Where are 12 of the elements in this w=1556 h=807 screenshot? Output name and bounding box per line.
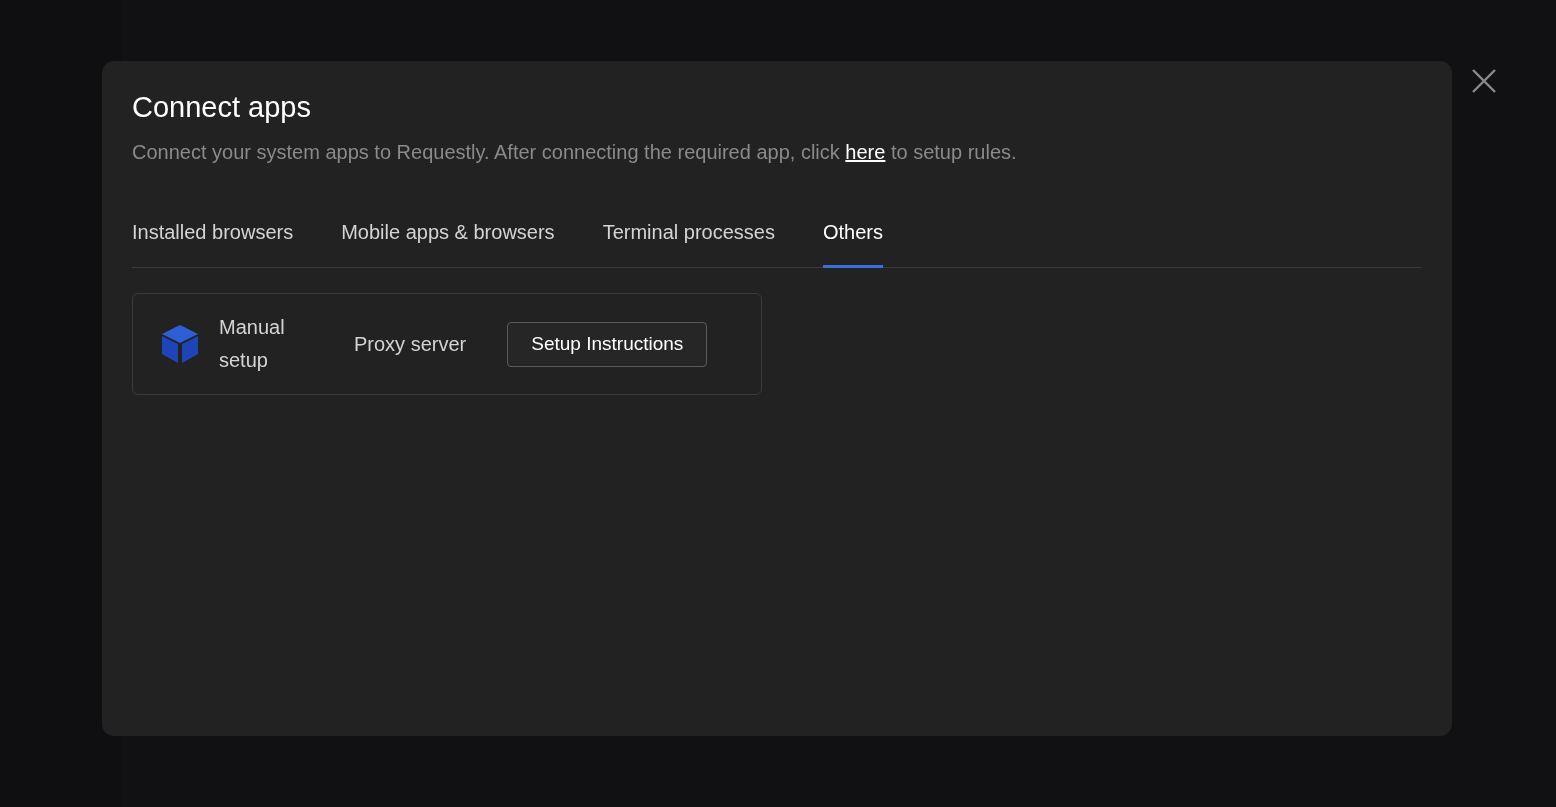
here-link[interactable]: here xyxy=(845,141,886,164)
tab[interactable]: Others xyxy=(822,217,883,269)
cube-icon xyxy=(161,324,199,365)
tab[interactable]: Mobile apps & browsers xyxy=(341,217,555,269)
app-type: Proxy server xyxy=(354,332,467,358)
dialog-description: Connect your system apps to Requestly. After connecting the required app, click here to setup rules. xyxy=(132,140,1018,166)
app-name: Manual setup xyxy=(219,315,286,374)
close-icon[interactable] xyxy=(1470,67,1498,95)
setup-instructions-button[interactable]: Setup Instructions xyxy=(507,321,708,367)
tab[interactable]: Installed browsers xyxy=(132,217,294,269)
dialog-title: Connect apps xyxy=(132,90,312,125)
tab[interactable]: Terminal processes xyxy=(602,217,775,269)
